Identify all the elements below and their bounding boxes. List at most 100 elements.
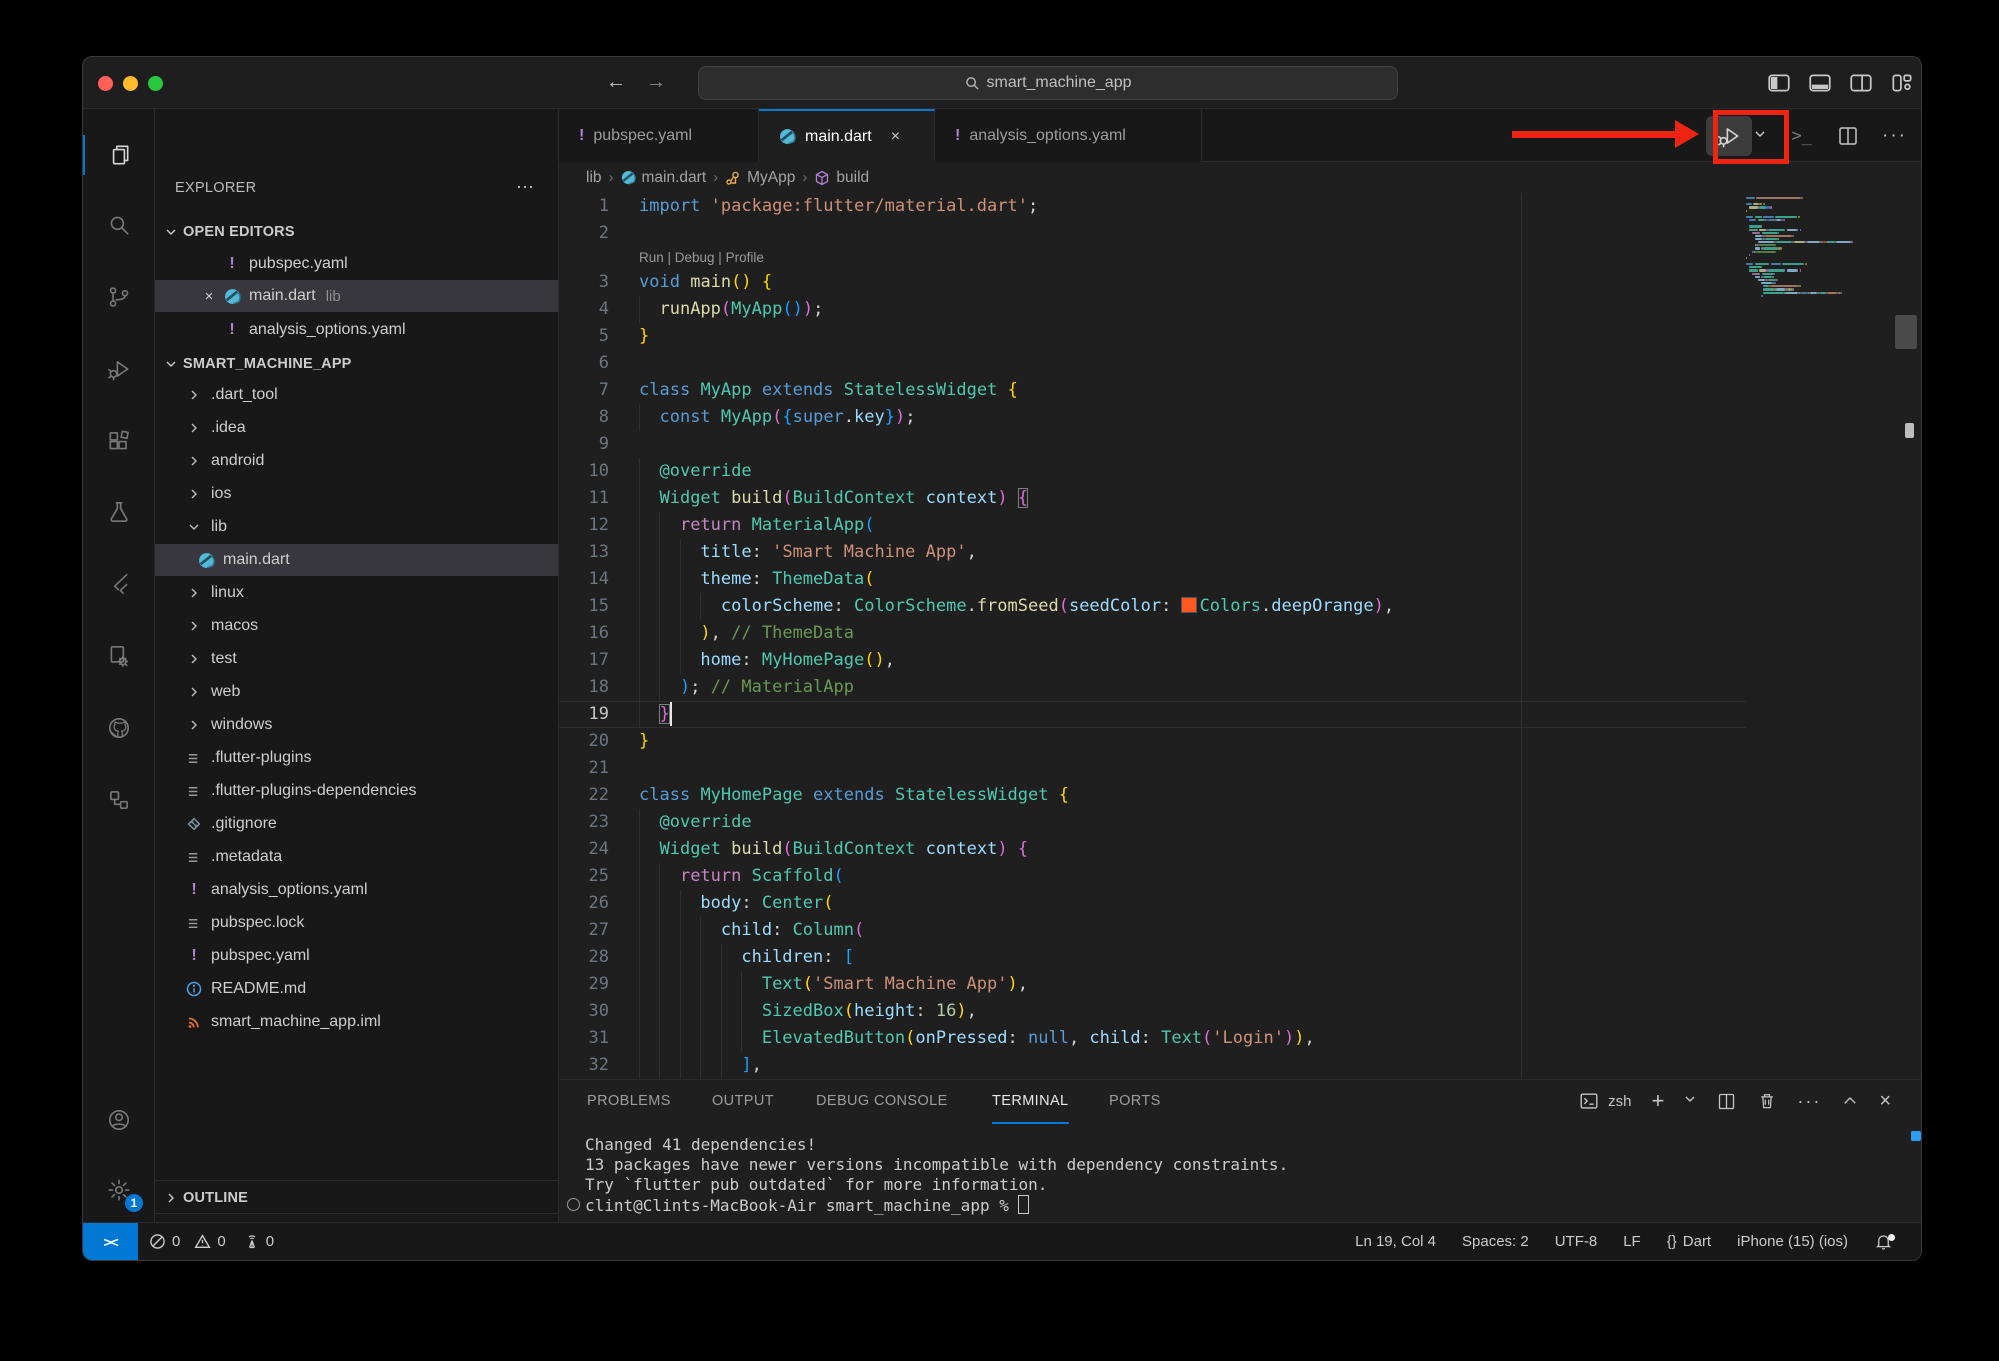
command-center-search[interactable]: smart_machine_app — [698, 66, 1398, 100]
code-line[interactable]: 20} — [559, 728, 1921, 755]
codelens-run-debug-profile[interactable]: Run | Debug | Profile — [639, 247, 764, 269]
code-line[interactable]: 1import 'package:flutter/material.dart'; — [559, 193, 1921, 220]
code-line[interactable]: 30 SizedBox(height: 16), — [559, 998, 1921, 1025]
zoom-window-button[interactable] — [148, 76, 163, 91]
open-editor-item[interactable]: !analysis_options.yaml — [155, 314, 559, 346]
code-line[interactable]: 3void main() { — [559, 269, 1921, 296]
code-line[interactable]: 19 } — [559, 701, 1921, 728]
close-panel-icon[interactable]: × — [1879, 1090, 1891, 1113]
close-icon[interactable]: × — [891, 128, 900, 146]
status-lf[interactable]: LF — [1623, 1233, 1641, 1250]
toggle-secondary-sidebar-icon[interactable] — [1848, 70, 1874, 96]
more-actions-icon[interactable]: ··· — [1797, 1091, 1821, 1112]
breadcrumb-item[interactable]: lib — [586, 169, 602, 187]
code-line[interactable]: 7class MyApp extends StatelessWidget { — [559, 377, 1921, 404]
terminal-run-icon[interactable]: >_ — [1792, 126, 1812, 146]
code-line[interactable]: 21 — [559, 755, 1921, 782]
remote-indicator[interactable]: >< — [83, 1223, 138, 1260]
breadcrumb[interactable]: lib›main.dart›MyApp›build — [559, 162, 1921, 193]
status-iphone-15-ios-[interactable]: iPhone (15) (ios) — [1737, 1233, 1848, 1250]
tab-main-dart[interactable]: main.dart× — [759, 109, 935, 162]
new-terminal-icon[interactable]: + — [1651, 1088, 1664, 1114]
maximize-panel-icon[interactable] — [1841, 1092, 1859, 1110]
activity-project-icon[interactable] — [83, 774, 155, 826]
activity-source-control-icon[interactable] — [83, 271, 155, 323]
back-arrow-icon[interactable]: ← — [603, 71, 629, 94]
panel-tab-problems[interactable]: PROBLEMS — [587, 1080, 671, 1122]
tab-analysis_options-yaml[interactable]: !analysis_options.yaml — [935, 109, 1202, 162]
code-line[interactable]: 9 — [559, 431, 1921, 458]
color-swatch[interactable] — [1182, 598, 1196, 612]
code-line[interactable]: 22class MyHomePage extends StatelessWidg… — [559, 782, 1921, 809]
open-editor-item[interactable]: !pubspec.yaml — [155, 248, 559, 280]
tree-file[interactable]: README.md — [155, 973, 559, 1005]
more-actions-icon[interactable]: ⋯ — [516, 172, 536, 204]
code-line[interactable]: 14 theme: ThemeData( — [559, 566, 1921, 593]
toggle-primary-sidebar-icon[interactable] — [1766, 70, 1792, 96]
breadcrumb-item[interactable]: main.dart — [621, 169, 707, 187]
forward-arrow-icon[interactable]: → — [643, 71, 669, 94]
code-line[interactable]: 4 runApp(MyApp()); — [559, 296, 1921, 323]
code-line[interactable]: 5} — [559, 323, 1921, 350]
status-dart[interactable]: {}Dart — [1667, 1233, 1711, 1250]
code-line[interactable]: 18 ); // MaterialApp — [559, 674, 1921, 701]
panel-tab-terminal[interactable]: TERMINAL — [992, 1080, 1069, 1124]
open-editor-item[interactable]: ×main.dartlib — [155, 280, 559, 312]
minimize-window-button[interactable] — [123, 76, 138, 91]
toggle-panel-icon[interactable] — [1807, 70, 1833, 96]
project-root-header[interactable]: SMART_MACHINE_APP — [155, 347, 558, 380]
panel-tab-debug-console[interactable]: DEBUG CONSOLE — [816, 1080, 948, 1122]
tree-folder[interactable]: macos — [155, 610, 559, 642]
tree-file[interactable]: .flutter-plugins — [155, 742, 559, 774]
sidebar-section-outline[interactable]: OUTLINE — [155, 1180, 558, 1214]
tree-folder[interactable]: ios — [155, 478, 559, 510]
code-line[interactable]: 12 return MaterialApp( — [559, 512, 1921, 539]
code-line[interactable]: 31 ElevatedButton(onPressed: null, child… — [559, 1025, 1921, 1052]
activity-run-debug-icon[interactable] — [83, 343, 155, 395]
code-line[interactable]: 15 colorScheme: ColorScheme.fromSeed(see… — [559, 593, 1921, 620]
tree-file[interactable]: smart_machine_app.iml — [155, 1006, 559, 1038]
activity-dart-devtools-icon[interactable] — [83, 630, 155, 682]
terminal-dropdown-icon[interactable] — [1684, 1092, 1696, 1110]
close-window-button[interactable] — [98, 76, 113, 91]
tree-folder[interactable]: linux — [155, 577, 559, 609]
code-editor[interactable]: Run | Debug | Profile 1import 'package:fl… — [559, 193, 1921, 1079]
tree-file[interactable]: !analysis_options.yaml — [155, 874, 559, 906]
code-line[interactable]: 11 Widget build(BuildContext context) { — [559, 485, 1921, 512]
code-line[interactable]: 24 Widget build(BuildContext context) { — [559, 836, 1921, 863]
code-line[interactable]: 16 ), // ThemeData — [559, 620, 1921, 647]
code-line[interactable]: 8 const MyApp({super.key}); — [559, 404, 1921, 431]
tree-file[interactable]: .metadata — [155, 841, 559, 873]
tree-folder[interactable]: windows — [155, 709, 559, 741]
activity-flutter-icon[interactable] — [83, 558, 155, 610]
tree-folder[interactable]: test — [155, 643, 559, 675]
customize-layout-icon[interactable] — [1889, 70, 1915, 96]
activity-account-icon[interactable] — [83, 1094, 155, 1146]
code-line[interactable]: 28 children: [ — [559, 944, 1921, 971]
activity-github-icon[interactable] — [83, 702, 155, 754]
more-actions-icon[interactable]: ··· — [1882, 125, 1907, 147]
code-line[interactable]: 27 child: Column( — [559, 917, 1921, 944]
activity-files-icon[interactable] — [83, 129, 155, 181]
tree-folder[interactable]: android — [155, 445, 559, 477]
split-terminal-icon[interactable] — [1716, 1091, 1737, 1112]
minimap[interactable] — [1746, 197, 1896, 1067]
tree-folder[interactable]: .idea — [155, 412, 559, 444]
shell-indicator[interactable]: zsh — [1578, 1090, 1631, 1112]
status-spaces-2[interactable]: Spaces: 2 — [1462, 1233, 1529, 1250]
panel-tab-ports[interactable]: PORTS — [1109, 1080, 1161, 1122]
split-editor-icon[interactable] — [1836, 124, 1860, 148]
tree-file[interactable]: pubspec.lock — [155, 907, 559, 939]
code-line[interactable]: 2 — [559, 220, 1921, 247]
terminal-content[interactable]: Changed 41 dependencies!13 packages have… — [559, 1122, 1921, 1224]
code-line[interactable]: 13 title: 'Smart Machine App', — [559, 539, 1921, 566]
editor-scrollbar-thumb[interactable] — [1895, 315, 1917, 349]
code-line[interactable]: 26 body: Center( — [559, 890, 1921, 917]
code-line[interactable]: 25 return Scaffold( — [559, 863, 1921, 890]
kill-terminal-icon[interactable] — [1757, 1091, 1777, 1111]
activity-search-icon[interactable] — [83, 199, 155, 251]
sidebar-section-timeline[interactable]: TIMELINE — [155, 1213, 558, 1222]
activity-extensions-icon[interactable] — [83, 415, 155, 467]
tree-folder[interactable]: web — [155, 676, 559, 708]
status-utf-8[interactable]: UTF-8 — [1555, 1233, 1598, 1250]
